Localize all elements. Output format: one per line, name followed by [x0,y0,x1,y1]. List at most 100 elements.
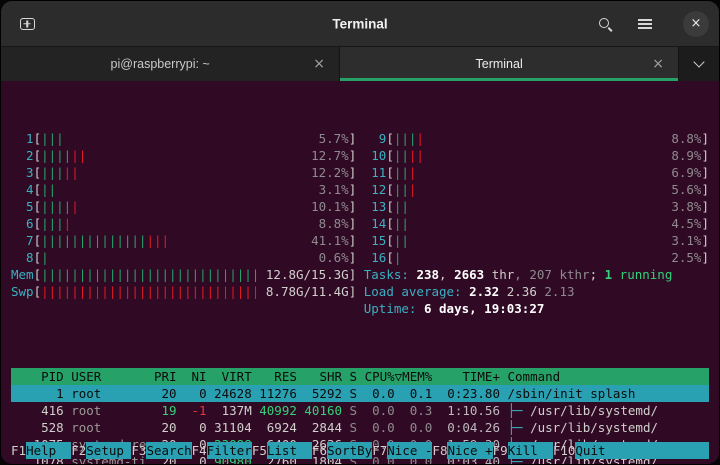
header-pri[interactable]: PRI [154,368,177,385]
header-user[interactable]: USER [71,368,146,385]
fn-action-F3[interactable]: Search [146,442,191,459]
cell-sort-indicator [395,402,403,419]
terminal-screen[interactable]: 1[|||5.7%]9[||||8.8%]2[||||||12.7%]10[||… [1,82,719,464]
meter-open-bracket: [ [34,249,42,266]
cpu-meter-value: 41.1% [311,232,349,249]
meter-open-bracket: [ [34,215,42,232]
header-command[interactable]: Command [508,368,710,385]
meter-close-bracket: ] [701,249,709,266]
tab-active-indicator [340,78,678,81]
headerbar[interactable]: Terminal × [1,1,719,47]
htop-meters-panel: 1[|||5.7%]9[||||8.8%]2[||||||12.7%]10[||… [11,130,709,317]
cpu-meter-9: 9[||||8.8%] [364,130,709,147]
fn-key-F4: F4 [192,442,207,459]
cell-ni: 0 [184,419,207,436]
meter-open-bracket: [ [34,283,42,300]
header-ni[interactable]: NI [184,368,207,385]
cell-state: S [350,419,358,436]
tab-close-button[interactable]: × [309,55,329,73]
meter-close-bracket: ] [349,181,357,198]
meter-close-bracket: ] [701,181,709,198]
cell-user: root [71,385,146,402]
header-virt[interactable]: VIRT [214,368,252,385]
cell-state: S [350,402,358,419]
command-text: /usr/lib/systemd/ [530,420,658,435]
cell-time: 1:10.56 [440,402,500,419]
cpu-meter-value: 8.8% [671,130,701,147]
fn-action-F5[interactable]: List [267,442,312,459]
cell-shr: 40160 [304,402,342,419]
menu-button[interactable] [629,8,661,40]
header-state[interactable]: S [350,368,358,385]
meter-open-bracket: [ [34,181,42,198]
cpu-meter-label: 10 [364,147,387,164]
search-button[interactable] [589,8,621,40]
tab-label: Terminal [350,57,648,71]
header-shr[interactable]: SHR [304,368,342,385]
header-time[interactable]: TIME+ [440,368,500,385]
cell-pid: 528 [11,419,64,436]
cell-pri: 20 [154,419,177,436]
fn-action-F2[interactable]: Setup [86,442,131,459]
cell-time: 0:04.26 [440,419,500,436]
process-row-528[interactable]: 528root2003110469242844S0.0 0.00:04.26├─… [11,419,709,436]
header-mem[interactable]: MEM% [402,368,432,385]
meter-close-bracket: ] [349,283,357,300]
cell-virt: 31104 [214,419,252,436]
meter-close-bracket: ] [701,215,709,232]
cpu-meter-5: 5[|||||10.1%] [11,198,356,215]
header-res[interactable]: RES [259,368,297,385]
fn-action-F7[interactable]: Nice - [387,442,432,459]
fn-key-F5: F5 [252,442,267,459]
process-row-1[interactable]: 1root20024628112765292S0.0 0.10:23.80/sb… [11,385,709,402]
cell-sort-indicator [395,385,403,402]
tab-pi-raspberrypi[interactable]: pi@raspberrypi: ~ × [1,47,340,81]
window-close-button[interactable]: × [683,11,709,37]
fn-action-F6[interactable]: SortBy [327,442,372,459]
fn-action-F10[interactable]: Quit [575,442,709,459]
cell-pri: 20 [154,385,177,402]
header-sort-indicator[interactable]: ▽ [395,368,403,385]
cell-res: 40992 [259,402,297,419]
cpu-meter-value: 10.1% [311,198,349,215]
header-pid[interactable]: PID [11,368,64,385]
new-tab-button[interactable] [11,8,43,40]
cpu-meter-label: 3 [11,164,34,181]
cpu-meter-label: 9 [364,130,387,147]
cpu-meter-4: 4[||3.1%] [11,181,356,198]
cell-virt: 137M [214,402,252,419]
cpu-meter-15: 15[||3.1%] [364,232,709,249]
cpu-meter-7: 7[|||||||||||||||||41.1%] [11,232,356,249]
meter-bars: ||||| [41,164,79,181]
fn-key-F6: F6 [312,442,327,459]
tab-close-button[interactable]: × [648,55,668,73]
meter-bars: |||| [41,215,71,232]
tabs-dropdown-button[interactable] [679,47,719,81]
fn-action-F8[interactable]: Nice + [447,442,492,459]
meter-open-bracket: [ [386,249,394,266]
header-cpu[interactable]: CPU% [365,368,395,385]
fn-action-F4[interactable]: Filter [207,442,252,459]
cpu-meter-8: 8[|0.6%] [11,249,356,266]
cpu-meter-3: 3[|||||12.2%] [11,164,356,181]
cell-cpu: 0.0 [365,402,395,419]
fn-key-F9: F9 [493,442,508,459]
meter-close-bracket: ] [349,266,357,283]
cpu-meter-label: 12 [364,181,387,198]
meter-bars: | [41,249,49,266]
meter-bars: ||| [41,130,64,147]
cell-ni: 0 [184,385,207,402]
fn-key-F7: F7 [372,442,387,459]
cpu-meter-label: 2 [11,147,34,164]
cell-sort-indicator [395,419,403,436]
cpu-meter-14: 14[||4.5%] [364,215,709,232]
command-text: /usr/lib/systemd/ [530,403,658,418]
cpu-meter-value: 8.8% [319,215,349,232]
cell-command: /sbin/init splash [508,385,710,402]
fn-action-F9[interactable]: Kill [508,442,553,459]
process-row-416[interactable]: 416root19-1137M4099240160S0.0 0.31:10.56… [11,402,709,419]
cell-ni: -1 [184,402,207,419]
tab-terminal[interactable]: Terminal × [340,47,679,81]
meter-close-bracket: ] [701,147,709,164]
fn-action-F1[interactable]: Help [26,442,71,459]
